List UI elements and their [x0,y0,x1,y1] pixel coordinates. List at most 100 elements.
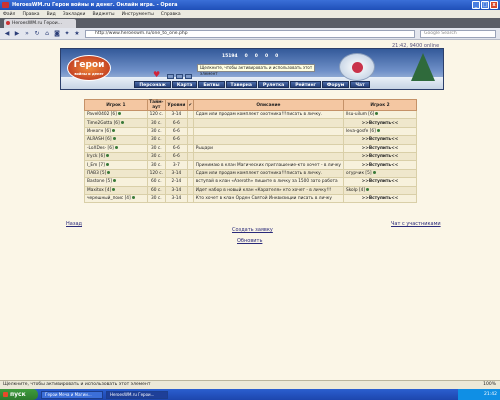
taskbar-item-opera[interactable]: HeroesWM.ru Герои... [106,390,168,399]
player1-name[interactable]: ПАВ3 [5] [87,171,106,176]
flash-activation-hint[interactable]: Щелкните, чтобы активировать и использов… [197,64,315,76]
table-row: черешный_поис [4] 30 с. 3-14 Кто хочет в кл… [84,193,418,204]
game-banner: Герои войны и денег ♥ 15194 0 0 0 0 Щелк… [60,48,444,90]
player1-cell[interactable]: Iryck [6] [84,151,148,162]
checkmark-icon: ✔ [188,102,193,108]
close-button[interactable]: x [490,1,498,9]
join-button[interactable]: >>Вступить<< [342,151,418,162]
navigation-bar: ◀ ▶ » ↻ ⌂ ◙ ✦ ★ http://www.heroeswm.ru/o… [0,28,500,40]
mini-nav-button[interactable] [185,74,192,79]
stat-gems: 0 [275,54,279,59]
player2-name[interactable]: leva-gosfe [6] [346,129,376,134]
christmas-tree [411,53,435,81]
start-button[interactable]: пуск [0,389,38,400]
taskbar-item-heroes[interactable]: Герои Меча и Магии... [41,390,103,399]
player1-cell[interactable]: Bastone [5] [84,177,148,187]
player2-name[interactable]: llsu-uilum [6] [346,112,374,117]
levels-cell: 3-7 [164,160,188,170]
player1-name[interactable]: Time2Gotta [6] [87,121,120,126]
player2-cell[interactable]: leva-gosfe [6] [342,126,418,137]
game-logo[interactable]: Герои войны и денег [67,55,111,81]
nav-battles[interactable]: Битвы [198,81,225,88]
table-row: -LoXDes- [6] 30 с. 6-6 Рыцари >>Вступить<< [84,143,418,153]
system-tray-clock: 21:42 [458,389,500,400]
nav-character[interactable]: Персонаж [134,81,171,88]
join-button[interactable]: >>Вступить<< [342,118,418,128]
minimize-button[interactable]: _ [472,1,480,9]
player1-name[interactable]: I_Em [7] [87,163,105,168]
player1-cell[interactable]: Maxitox [4] [84,185,148,195]
tab-bar: HeroesWM.ru Герои... [0,18,500,28]
home-icon[interactable]: ⌂ [43,30,51,38]
maximize-button[interactable]: □ [481,1,489,9]
menu-edit[interactable]: Правка [22,12,39,17]
nav-chat[interactable]: Чат [350,81,370,88]
player1-cell[interactable]: ПАВ3 [5] [84,168,148,179]
player1-cell[interactable]: -LoXDes- [6] [84,143,148,153]
player1-cell[interactable]: Инкогн [6] [84,126,148,137]
levels-cell: 3-14 [164,109,188,120]
join-button[interactable]: >>Вступить<< [342,160,418,170]
description-cell: Сдам или продам комплект охотника!!!писа… [192,109,344,120]
nav-rating[interactable]: Рейтинг [290,81,321,88]
player1-name[interactable]: черешный_поис [4] [87,196,131,201]
reload-icon[interactable]: ↻ [33,30,41,38]
nav-map[interactable]: Карта [171,81,198,88]
player1-name[interactable]: -LoXDes- [6] [87,146,114,151]
nav-roulette[interactable]: Рулетка [257,81,290,88]
menu-tools[interactable]: Инструменты [122,12,154,17]
forward-arrow-icon[interactable]: ▶ [13,30,21,38]
player1-name[interactable]: ALRASH [6] [87,137,112,142]
player1-name[interactable]: Инкогн [6] [87,129,111,134]
player1-name[interactable]: Bastone [5] [87,179,112,184]
chat-participants-link[interactable]: Чат с участниками [391,221,441,227]
table-row: ALRASH [6] 30 с. 6-6 >>Вступить<< [84,135,418,145]
menu-view[interactable]: Вид [47,12,56,17]
tab-heroeswm[interactable]: HeroesWM.ru Герои... [4,19,76,28]
player2-name[interactable]: Skolp [4] [346,188,365,193]
rss-icon[interactable]: ◙ [53,30,61,38]
bookmark-icon[interactable]: ★ [73,30,81,38]
status-bar: Щелкните, чтобы активировать и использов… [0,380,500,389]
back-arrow-icon[interactable]: ◀ [3,30,11,38]
player1-cell[interactable]: Pavel0402 [6] [84,109,148,120]
window-title: HeroesWM.ru Герои войны и денег. Онлайн … [12,2,178,8]
menu-help[interactable]: Справка [161,12,181,17]
player2-cell[interactable]: огурчик [5] [342,168,418,179]
address-field[interactable]: http://www.heroeswm.ru/one_to_one.php [85,30,415,38]
col-timeout: Тайм-аут [146,99,166,111]
player1-cell[interactable]: ALRASH [6] [84,135,148,145]
refresh-link[interactable]: Обновить [237,238,262,244]
faction-icon [105,162,109,166]
join-button[interactable]: >>Вступить<< [342,143,418,153]
join-button[interactable]: >>Вступить<< [342,135,418,145]
player1-cell[interactable]: черешный_поис [4] [84,193,148,204]
player1-name[interactable]: Pavel0402 [6] [87,112,117,117]
back-link[interactable]: Назад [66,221,82,227]
search-field[interactable]: Google Search [420,30,496,38]
fast-forward-icon[interactable]: » [23,30,31,38]
menu-bookmarks[interactable]: Закладки [63,12,86,17]
nav-forum[interactable]: Форум [321,81,350,88]
menu-file[interactable]: Файл [3,12,15,17]
timeout-cell: 30 с. [146,193,166,204]
player1-cell[interactable]: Time2Gotta [6] [84,118,148,128]
faction-icon [117,112,121,116]
player2-cell[interactable]: Skolp [4] [342,185,418,195]
nav-tavern[interactable]: Таверна [225,81,257,88]
player1-name[interactable]: Iryck [6] [87,154,105,159]
create-request-link[interactable]: Создать заявку [232,227,273,233]
mini-nav-button[interactable] [176,74,183,79]
player1-cell[interactable]: I_Em [7] [84,160,148,170]
player2-name[interactable]: огурчик [5] [346,171,372,176]
timeout-cell: 30 с. [146,151,166,162]
join-button[interactable]: >>Вступить<< [342,193,418,204]
zoom-level[interactable]: 100% [483,381,496,389]
wand-icon[interactable]: ✦ [63,30,71,38]
player1-name[interactable]: Maxitox [4] [87,188,111,193]
player2-cell[interactable]: llsu-uilum [6] [342,109,418,120]
menu-widgets[interactable]: Виджеты [92,12,114,17]
join-button[interactable]: >>Вступить<< [342,177,418,187]
timeout-cell: 30 с. [146,118,166,128]
mini-nav-button[interactable] [167,74,174,79]
